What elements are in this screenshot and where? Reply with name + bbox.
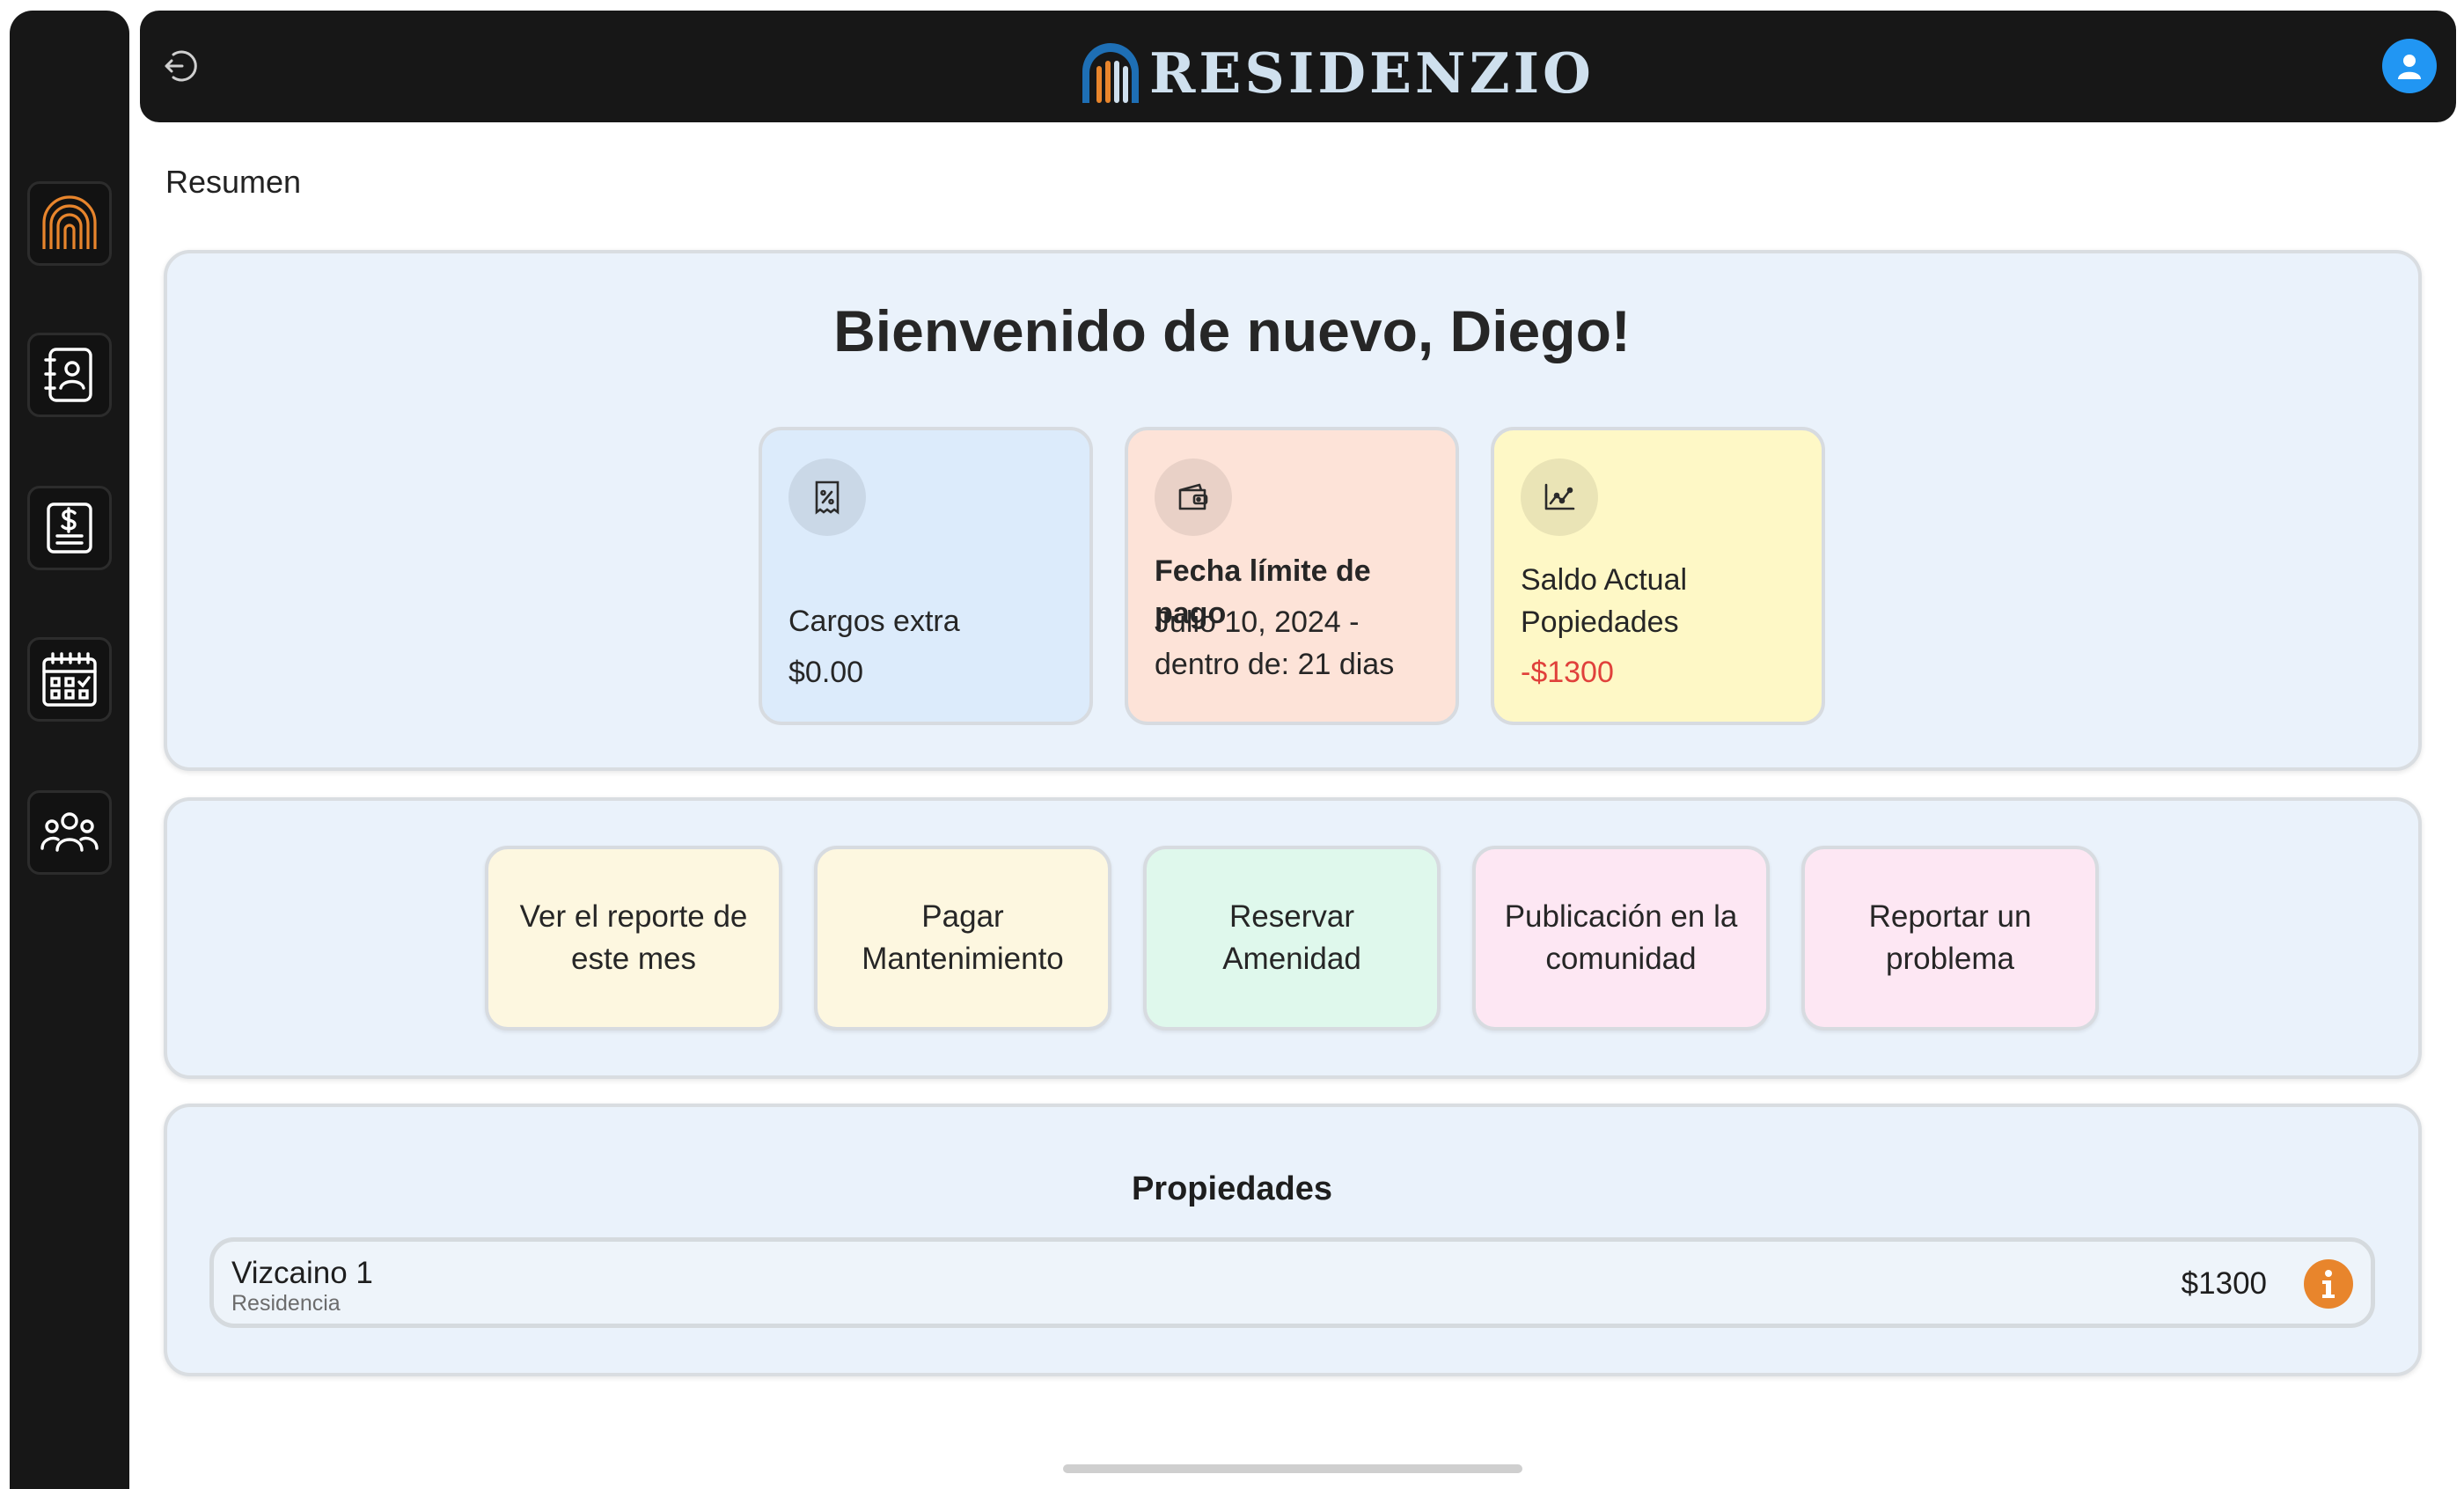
calendar-icon bbox=[42, 652, 97, 707]
action-reserve-amenity-button[interactable]: Reservar Amenidad bbox=[1143, 846, 1441, 1031]
top-bar: RESIDENZIO bbox=[140, 11, 2456, 122]
stat-value: Julio 10, 2024 - dentro de: 21 dias bbox=[1155, 605, 1395, 681]
action-report-problem-button[interactable]: Reportar un problema bbox=[1801, 846, 2099, 1031]
sidebar-item-community[interactable] bbox=[27, 790, 112, 875]
action-monthly-report-button[interactable]: Ver el reporte de este mes bbox=[485, 846, 782, 1031]
brand-logo: RESIDENZIO bbox=[1079, 33, 1595, 113]
property-row[interactable]: Vizcaino 1 Residencia $1300 bbox=[209, 1237, 2375, 1328]
stat-value-negative: -$1300 bbox=[1521, 656, 1614, 689]
invoice-dollar-icon bbox=[47, 502, 92, 554]
user-avatar-icon bbox=[2398, 55, 2421, 79]
user-avatar-button[interactable] bbox=[2382, 39, 2437, 93]
info-icon bbox=[2322, 1270, 2335, 1298]
stat-label: Cargos extra bbox=[788, 605, 960, 638]
property-type: Residencia bbox=[231, 1291, 341, 1316]
receipt-percent-icon bbox=[815, 480, 840, 515]
stat-icon-wrapper bbox=[788, 458, 866, 536]
stat-card-extra-charges[interactable]: Cargos extra $0.00 bbox=[759, 427, 1093, 725]
action-community-post-button[interactable]: Publicación en la comunidad bbox=[1472, 846, 1770, 1031]
stat-value: $0.00 bbox=[788, 656, 864, 689]
sidebar-item-calendar[interactable] bbox=[27, 637, 112, 722]
stat-label: Saldo Actual Popiedades bbox=[1521, 563, 1688, 639]
residenzio-logo-icon bbox=[1082, 43, 1139, 103]
scroll-indicator[interactable] bbox=[1063, 1464, 1522, 1473]
sidebar-item-home[interactable] bbox=[27, 181, 112, 266]
welcome-heading: Bienvenido de nuevo, Diego! bbox=[833, 298, 1631, 363]
residenzio-logo-icon bbox=[42, 195, 97, 249]
brand-name: RESIDENZIO bbox=[1149, 40, 1595, 106]
logout-icon bbox=[165, 50, 197, 82]
sidebar bbox=[10, 11, 129, 1489]
wallet-icon bbox=[1178, 483, 1208, 510]
property-amount: $1300 bbox=[2181, 1266, 2267, 1301]
properties-title: Propiedades bbox=[1131, 1170, 1333, 1207]
property-info-button[interactable] bbox=[2304, 1259, 2353, 1309]
community-people-icon bbox=[40, 812, 99, 852]
property-name: Vizcaino 1 bbox=[231, 1256, 373, 1290]
action-pay-maintenance-button[interactable]: Pagar Mantenimiento bbox=[814, 846, 1111, 1031]
stat-card-payment-due[interactable]: Fecha límite de pago Julio 10, 2024 - de… bbox=[1125, 427, 1459, 725]
stat-card-balance[interactable]: Saldo Actual Popiedades -$1300 bbox=[1491, 427, 1825, 725]
page-title: Resumen bbox=[165, 164, 302, 200]
stat-icon-wrapper bbox=[1521, 458, 1598, 536]
stat-icon-wrapper bbox=[1155, 458, 1232, 536]
sidebar-item-payments[interactable] bbox=[27, 486, 112, 570]
logout-button[interactable] bbox=[159, 44, 203, 88]
chart-line-icon bbox=[1544, 483, 1575, 510]
